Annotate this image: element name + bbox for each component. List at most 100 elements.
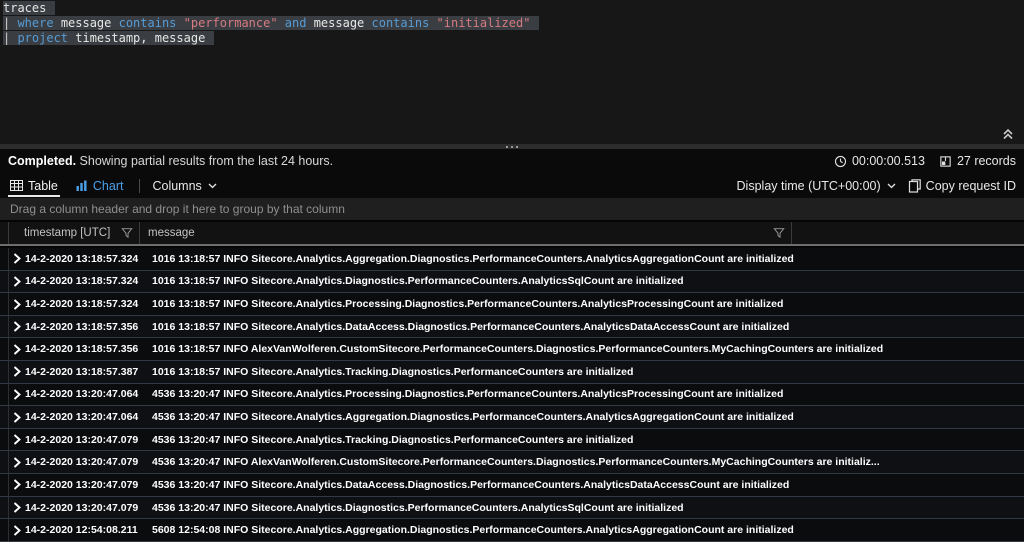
expand-row-icon[interactable] (13, 412, 22, 423)
row-gutter (0, 316, 9, 338)
splitter-dot (516, 146, 518, 148)
cell-message: 4536 13:20:47 INFO Sitecore.Analytics.Di… (152, 502, 1024, 514)
table-row[interactable]: 14-2-2020 12:54:08.211 5608 12:54:08 INF… (0, 519, 1024, 542)
records-icon (939, 155, 952, 168)
query-token: and (285, 16, 314, 30)
tab-table-label: Table (28, 179, 58, 193)
table-row[interactable]: 14-2-2020 13:20:47.079 4536 13:20:47 INF… (0, 451, 1024, 474)
row-gutter (0, 519, 9, 541)
table-row[interactable]: 14-2-2020 13:18:57.356 1016 13:18:57 INF… (0, 316, 1024, 339)
expand-row-icon[interactable] (13, 366, 22, 377)
tab-chart[interactable]: Chart (74, 173, 126, 198)
table-grid-icon (10, 180, 23, 191)
cell-message: 4536 13:20:47 INFO Sitecore.Analytics.Ag… (152, 411, 1024, 423)
query-token: | (3, 16, 17, 30)
status-completed: Completed. (8, 154, 76, 168)
query-duration: 00:00:00.513 (834, 154, 925, 168)
cell-timestamp: 14-2-2020 13:20:47.079 (25, 502, 145, 514)
table-row[interactable]: 14-2-2020 13:20:47.079 4536 13:20:47 INF… (0, 429, 1024, 452)
cell-message: 5608 12:54:08 INFO Sitecore.Analytics.Ag… (152, 524, 1024, 536)
query-token: message (61, 16, 119, 30)
expand-row-icon[interactable] (13, 502, 22, 513)
cell-message: 1016 13:18:57 INFO Sitecore.Analytics.Tr… (152, 366, 1024, 378)
double-chevron-up-icon (1002, 128, 1018, 140)
expand-row-icon[interactable] (13, 525, 22, 536)
row-gutter (0, 271, 9, 293)
expand-row-icon[interactable] (13, 299, 22, 310)
table-row[interactable]: 14-2-2020 13:20:47.064 4536 13:20:47 INF… (0, 384, 1024, 407)
row-gutter (0, 361, 9, 383)
table-row[interactable]: 14-2-2020 13:20:47.064 4536 13:20:47 INF… (0, 406, 1024, 429)
query-token: contains (372, 16, 437, 30)
query-status-bar: Completed. Showing partial results from … (0, 149, 1024, 173)
expand-row-icon[interactable] (13, 321, 22, 332)
cell-message: 1016 13:18:57 INFO Sitecore.Analytics.Ag… (152, 253, 1024, 265)
expand-row-icon[interactable] (13, 434, 22, 445)
column-message-label: message (148, 227, 195, 239)
expand-row-icon[interactable] (13, 457, 22, 468)
status-message: Showing partial results from the last 24… (76, 154, 333, 168)
filter-funnel-icon[interactable] (121, 227, 133, 239)
cell-message: 4536 13:20:47 INFO Sitecore.Analytics.Pr… (152, 388, 1024, 400)
cell-timestamp: 14-2-2020 13:20:47.064 (25, 411, 145, 423)
cell-timestamp: 14-2-2020 13:18:57.324 (25, 275, 145, 287)
query-token: project (17, 31, 75, 45)
query-token: "initialized" (437, 16, 531, 30)
expand-row-icon[interactable] (13, 479, 22, 490)
header-gutter (0, 222, 9, 244)
query-status-meta: 00:00:00.513 27 records (834, 154, 1016, 168)
query-token: message (314, 16, 372, 30)
table-row[interactable]: 14-2-2020 13:18:57.356 1016 13:18:57 INF… (0, 338, 1024, 361)
copy-request-id-label: Copy request ID (926, 179, 1016, 193)
splitter-dot (506, 146, 508, 148)
query-token: traces (3, 1, 46, 15)
query-status-text: Completed. Showing partial results from … (8, 154, 333, 168)
cell-timestamp: 14-2-2020 13:18:57.387 (25, 366, 145, 378)
row-gutter (0, 293, 9, 315)
cell-timestamp: 14-2-2020 13:18:57.324 (25, 253, 145, 265)
query-token: "performance" (184, 16, 278, 30)
expand-row-icon[interactable] (13, 344, 22, 355)
column-timestamp-label: timestamp [UTC] (24, 227, 110, 239)
query-line: | where message contains "performance" a… (3, 16, 1024, 31)
copy-icon (908, 179, 921, 193)
display-time-dropdown[interactable]: Display time (UTC+00:00) (737, 179, 896, 193)
collapse-editor-button[interactable] (1002, 127, 1018, 141)
table-row[interactable]: 14-2-2020 13:18:57.324 1016 13:18:57 INF… (0, 248, 1024, 271)
cell-timestamp: 14-2-2020 13:20:47.079 (25, 479, 145, 491)
query-line: | project timestamp, message (3, 31, 1024, 46)
columns-dropdown[interactable]: Columns (152, 179, 216, 193)
query-line-selection: | project timestamp, message (3, 31, 214, 45)
group-by-drop-zone[interactable]: Drag a column header and drop it here to… (0, 198, 1024, 220)
table-row[interactable]: 14-2-2020 13:20:47.079 4536 13:20:47 INF… (0, 474, 1024, 497)
query-editor-lines: traces| where message contains "performa… (3, 1, 1024, 46)
table-row[interactable]: 14-2-2020 13:18:57.324 1016 13:18:57 INF… (0, 293, 1024, 316)
column-header-timestamp[interactable]: timestamp [UTC] (9, 222, 140, 244)
expand-row-icon[interactable] (13, 389, 22, 400)
cell-message: 4536 13:20:47 INFO AlexVanWolferen.Custo… (152, 456, 1024, 468)
display-time-label: Display time (UTC+00:00) (737, 179, 881, 193)
column-header-message[interactable]: message (140, 222, 792, 244)
expand-row-icon[interactable] (13, 276, 22, 287)
results-rows: 14-2-2020 13:18:57.324 1016 13:18:57 INF… (0, 248, 1024, 542)
filter-funnel-icon[interactable] (773, 227, 785, 239)
expand-row-icon[interactable] (13, 253, 22, 264)
group-by-hint: Drag a column header and drop it here to… (10, 202, 345, 216)
results-toolbar: Table Chart Columns Display time (UTC+00… (0, 173, 1024, 198)
query-editor[interactable]: traces| where message contains "performa… (0, 0, 1024, 144)
cell-message: 1016 13:18:57 INFO Sitecore.Analytics.Pr… (152, 298, 1024, 310)
copy-request-id-button[interactable]: Copy request ID (908, 179, 1016, 193)
results-toolbar-right: Display time (UTC+00:00) Copy request ID (737, 173, 1016, 198)
table-row[interactable]: 14-2-2020 13:20:47.079 4536 13:20:47 INF… (0, 497, 1024, 520)
row-gutter (0, 497, 9, 519)
results-grid-header: timestamp [UTC] message (0, 222, 1024, 246)
query-token: contains (119, 16, 184, 30)
table-row[interactable]: 14-2-2020 13:18:57.324 1016 13:18:57 INF… (0, 271, 1024, 294)
columns-dropdown-label: Columns (152, 179, 201, 193)
row-gutter (0, 474, 9, 496)
cell-timestamp: 14-2-2020 13:18:57.356 (25, 321, 145, 333)
row-gutter (0, 248, 9, 270)
table-row[interactable]: 14-2-2020 13:18:57.387 1016 13:18:57 INF… (0, 361, 1024, 384)
tab-chart-label: Chart (93, 179, 124, 193)
tab-table[interactable]: Table (8, 173, 60, 198)
